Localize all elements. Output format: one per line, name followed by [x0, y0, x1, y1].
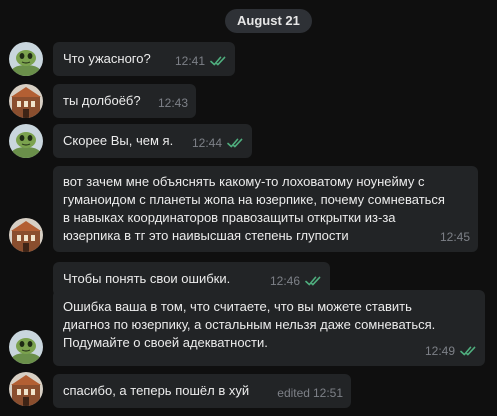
- message-meta: 12:45: [440, 228, 470, 246]
- message-meta: 12:44: [192, 134, 244, 152]
- message-bubble[interactable]: спасибо, а теперь пошёл в хуй edited 12:…: [53, 374, 351, 408]
- avatar[interactable]: [9, 124, 43, 158]
- message-bubble[interactable]: вот зачем мне объяснять какому-то лохова…: [53, 166, 478, 252]
- building-avatar-icon: [9, 218, 43, 252]
- building-avatar-icon: [9, 372, 43, 406]
- message-bubble[interactable]: Ошибка ваша в том, что считаете, что вы …: [53, 290, 485, 366]
- message-bubble[interactable]: ты долбоёб? 12:43: [53, 84, 196, 118]
- avatar[interactable]: [9, 372, 43, 406]
- message-line: Ошибка ваша в том, что считаете, что вы …: [63, 299, 412, 314]
- message-meta: 12:41: [175, 52, 227, 70]
- message-line: в навыках координаторов правозащиты откр…: [63, 210, 396, 225]
- message-meta: 12:46: [270, 272, 322, 290]
- double-check-icon: [227, 138, 244, 148]
- avatar[interactable]: [9, 42, 43, 76]
- building-avatar-icon: [9, 84, 43, 118]
- message-time: 12:45: [439, 230, 470, 244]
- date-separator: August 21: [225, 9, 312, 33]
- message-line: Подумайте о своей адекватности.: [63, 335, 268, 350]
- avatar[interactable]: [9, 218, 43, 252]
- avatar[interactable]: [9, 84, 43, 118]
- message-line: гуманоидом с планеты жопа на юзерпике, п…: [63, 192, 445, 207]
- message-line: вот зачем мне объяснять какому-то лохова…: [63, 174, 425, 189]
- message-line: диагноз по юзерпику, а остальным нельзя …: [63, 317, 436, 332]
- edited-label: edited: [277, 386, 310, 400]
- message-time: 12:41: [174, 54, 205, 68]
- message-bubble[interactable]: Скорее Вы, чем я. 12:44: [53, 124, 252, 158]
- message-meta: 12:43: [158, 94, 188, 112]
- double-check-icon: [305, 276, 322, 286]
- message-time: 12:44: [191, 136, 222, 150]
- message-time: 12:43: [157, 96, 188, 110]
- double-check-icon: [210, 56, 227, 66]
- alien-avatar-icon: [9, 42, 43, 76]
- alien-avatar-icon: [9, 124, 43, 158]
- double-check-icon: [460, 346, 477, 356]
- message-time: 12:49: [424, 344, 455, 358]
- message-bubble[interactable]: Что ужасного? 12:41: [53, 42, 235, 76]
- message-line: юзерпика в тг это наивысшая степень глуп…: [63, 228, 349, 243]
- alien-avatar-icon: [9, 330, 43, 364]
- message-meta: 12:49: [425, 342, 477, 360]
- message-time: 12:46: [269, 274, 300, 288]
- message-time: 12:51: [312, 386, 343, 400]
- message-meta: edited 12:51: [277, 384, 343, 402]
- avatar[interactable]: [9, 330, 43, 364]
